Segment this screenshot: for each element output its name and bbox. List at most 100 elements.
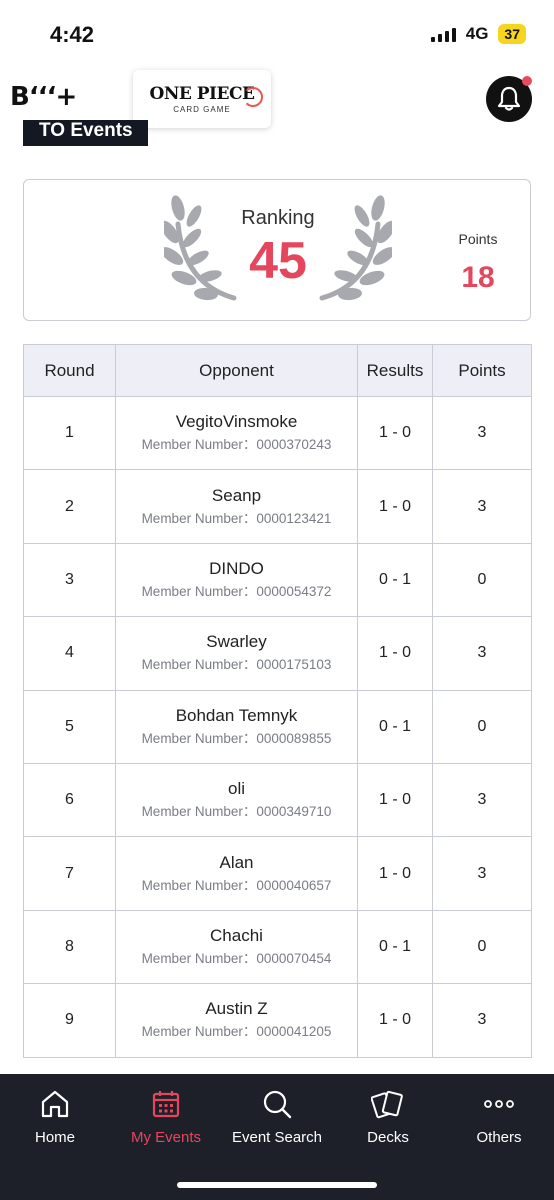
cards-icon [371, 1088, 405, 1120]
result-cell: 0 - 1 [357, 542, 433, 618]
result-cell: 1 - 0 [357, 836, 433, 911]
points-cell: 3 [432, 762, 532, 838]
opponent-cell: oli Member Number：0000349710 [115, 762, 358, 838]
nav-others[interactable]: Others [444, 1074, 554, 1166]
opponent-name: Swarley [206, 632, 267, 652]
table-row: 8 Chachi Member Number：0000070454 0 - 1 0 [23, 909, 532, 985]
member-number: Member Number：0000040657 [141, 877, 332, 893]
nav-home[interactable]: Home [0, 1074, 110, 1166]
points-label: Points [458, 231, 498, 247]
status-indicators: 4G 37 [430, 24, 526, 44]
notification-badge [522, 76, 532, 86]
section-title: TO Events [23, 120, 148, 146]
round-cell: 9 [23, 983, 116, 1058]
opponent-name: Chachi [210, 925, 263, 945]
column-header-results: Results [357, 344, 433, 397]
points-cell: 0 [432, 542, 532, 618]
nav-label-home: Home [34, 1129, 75, 1146]
points-cell: 3 [432, 616, 532, 691]
nav-label-event-search: Event Search [231, 1129, 323, 1146]
points-cell: 3 [432, 836, 532, 911]
table-row: 3 DINDO Member Number：0000054372 0 - 1 0 [23, 542, 532, 618]
result-cell: 1 - 0 [357, 395, 433, 471]
result-cell: 1 - 0 [357, 762, 433, 838]
opponent-name: Alan [219, 852, 254, 872]
result-cell: 1 - 0 [357, 469, 433, 544]
opponent-name: Bohdan Temnyk [175, 705, 298, 725]
nav-my-events[interactable]: My Events [111, 1074, 221, 1166]
round-cell: 7 [23, 836, 116, 911]
member-number: Member Number：0000175103 [141, 657, 332, 673]
home-icon [40, 1088, 70, 1120]
nav-label-my-events: My Events [130, 1129, 202, 1146]
opponent-cell: Austin Z Member Number：0000041205 [115, 983, 358, 1058]
member-number: Member Number：0000041205 [141, 1024, 332, 1040]
points-cell: 0 [432, 909, 532, 985]
opponent-name: DINDO [209, 558, 264, 578]
status-bar: 4:42 4G 37 [0, 0, 554, 68]
column-header-round: Round [23, 344, 116, 397]
notification-button[interactable] [486, 76, 532, 122]
opponent-cell: Chachi Member Number：0000070454 [115, 909, 358, 985]
ranking-label: Ranking [241, 207, 315, 229]
member-number: Member Number：0000054372 [141, 583, 332, 599]
opponent-cell: DINDO Member Number：0000054372 [115, 542, 358, 618]
game-logo-title: ONE PIECE [149, 84, 255, 104]
round-cell: 3 [23, 542, 116, 618]
opponent-cell: VegitoVinsmoke Member Number：0000370243 [115, 395, 358, 471]
opponent-name: Austin Z [205, 999, 268, 1019]
page: 4:42 4G 37 B‘‘‘+ ONE PIECE CARD GAME TO … [0, 0, 554, 1200]
member-number: Member Number：0000123421 [141, 510, 332, 526]
results-table: Round Opponent Results Points 1 VegitoVi… [23, 344, 532, 1058]
result-cell: 1 - 0 [357, 983, 433, 1058]
more-icon [482, 1088, 516, 1120]
bottom-nav: Home My Events Event Search Decks Others [0, 1074, 554, 1200]
opponent-cell: Bohdan Temnyk Member Number：0000089855 [115, 689, 358, 764]
round-cell: 1 [23, 395, 116, 471]
table-row: 7 Alan Member Number：0000040657 1 - 0 3 [23, 836, 532, 911]
section-title-text: TO Events [39, 120, 133, 141]
opponent-name: VegitoVinsmoke [175, 412, 298, 432]
table-row: 4 Swarley Member Number：0000175103 1 - 0 … [23, 616, 532, 691]
nav-label-decks: Decks [367, 1129, 409, 1146]
network-type: 4G [465, 24, 489, 43]
table-row: 6 oli Member Number：0000349710 1 - 0 3 [23, 762, 532, 838]
signal-icon [430, 26, 456, 42]
round-cell: 5 [23, 689, 116, 764]
points-cell: 0 [432, 689, 532, 764]
switch-game-icon [243, 87, 263, 107]
round-cell: 8 [23, 909, 116, 985]
column-header-opponent: Opponent [115, 344, 358, 397]
battery-icon: 37 [498, 24, 526, 44]
result-cell: 1 - 0 [357, 616, 433, 691]
opponent-cell: Seanp Member Number：0000123421 [115, 469, 358, 544]
nav-label-others: Others [476, 1129, 522, 1146]
round-cell: 2 [23, 469, 116, 544]
bandai-card-games-logo[interactable]: B‘‘‘+ [10, 82, 77, 112]
result-cell: 0 - 1 [357, 909, 433, 985]
member-number: Member Number：0000370243 [141, 437, 332, 453]
points-value: 18 [461, 261, 495, 294]
nav-event-search[interactable]: Event Search [222, 1074, 332, 1166]
status-time: 4:42 [50, 22, 95, 47]
points-cell: 3 [432, 469, 532, 544]
opponent-name: Seanp [211, 485, 262, 505]
home-indicator[interactable] [177, 1182, 377, 1188]
table-row: 5 Bohdan Temnyk Member Number：0000089855 … [23, 689, 532, 764]
points-cell: 3 [432, 983, 532, 1058]
points-cell: 3 [432, 395, 532, 471]
member-number: Member Number：0000349710 [141, 804, 332, 820]
game-logo-subtitle: CARD GAME [173, 105, 231, 114]
opponent-cell: Alan Member Number：0000040657 [115, 836, 358, 911]
result-cell: 0 - 1 [357, 689, 433, 764]
table-row: 1 VegitoVinsmoke Member Number：0000370243… [23, 395, 532, 471]
member-number: Member Number：0000070454 [141, 950, 332, 966]
table-row: 2 Seanp Member Number：0000123421 1 - 0 3 [23, 469, 532, 544]
table-row: 9 Austin Z Member Number：0000041205 1 - 0… [23, 983, 532, 1058]
one-piece-logo[interactable]: ONE PIECE CARD GAME [133, 70, 271, 128]
nav-decks[interactable]: Decks [333, 1074, 443, 1166]
round-cell: 4 [23, 616, 116, 691]
column-header-points: Points [432, 344, 532, 397]
opponent-name: oli [227, 779, 245, 799]
bell-icon [497, 86, 521, 111]
